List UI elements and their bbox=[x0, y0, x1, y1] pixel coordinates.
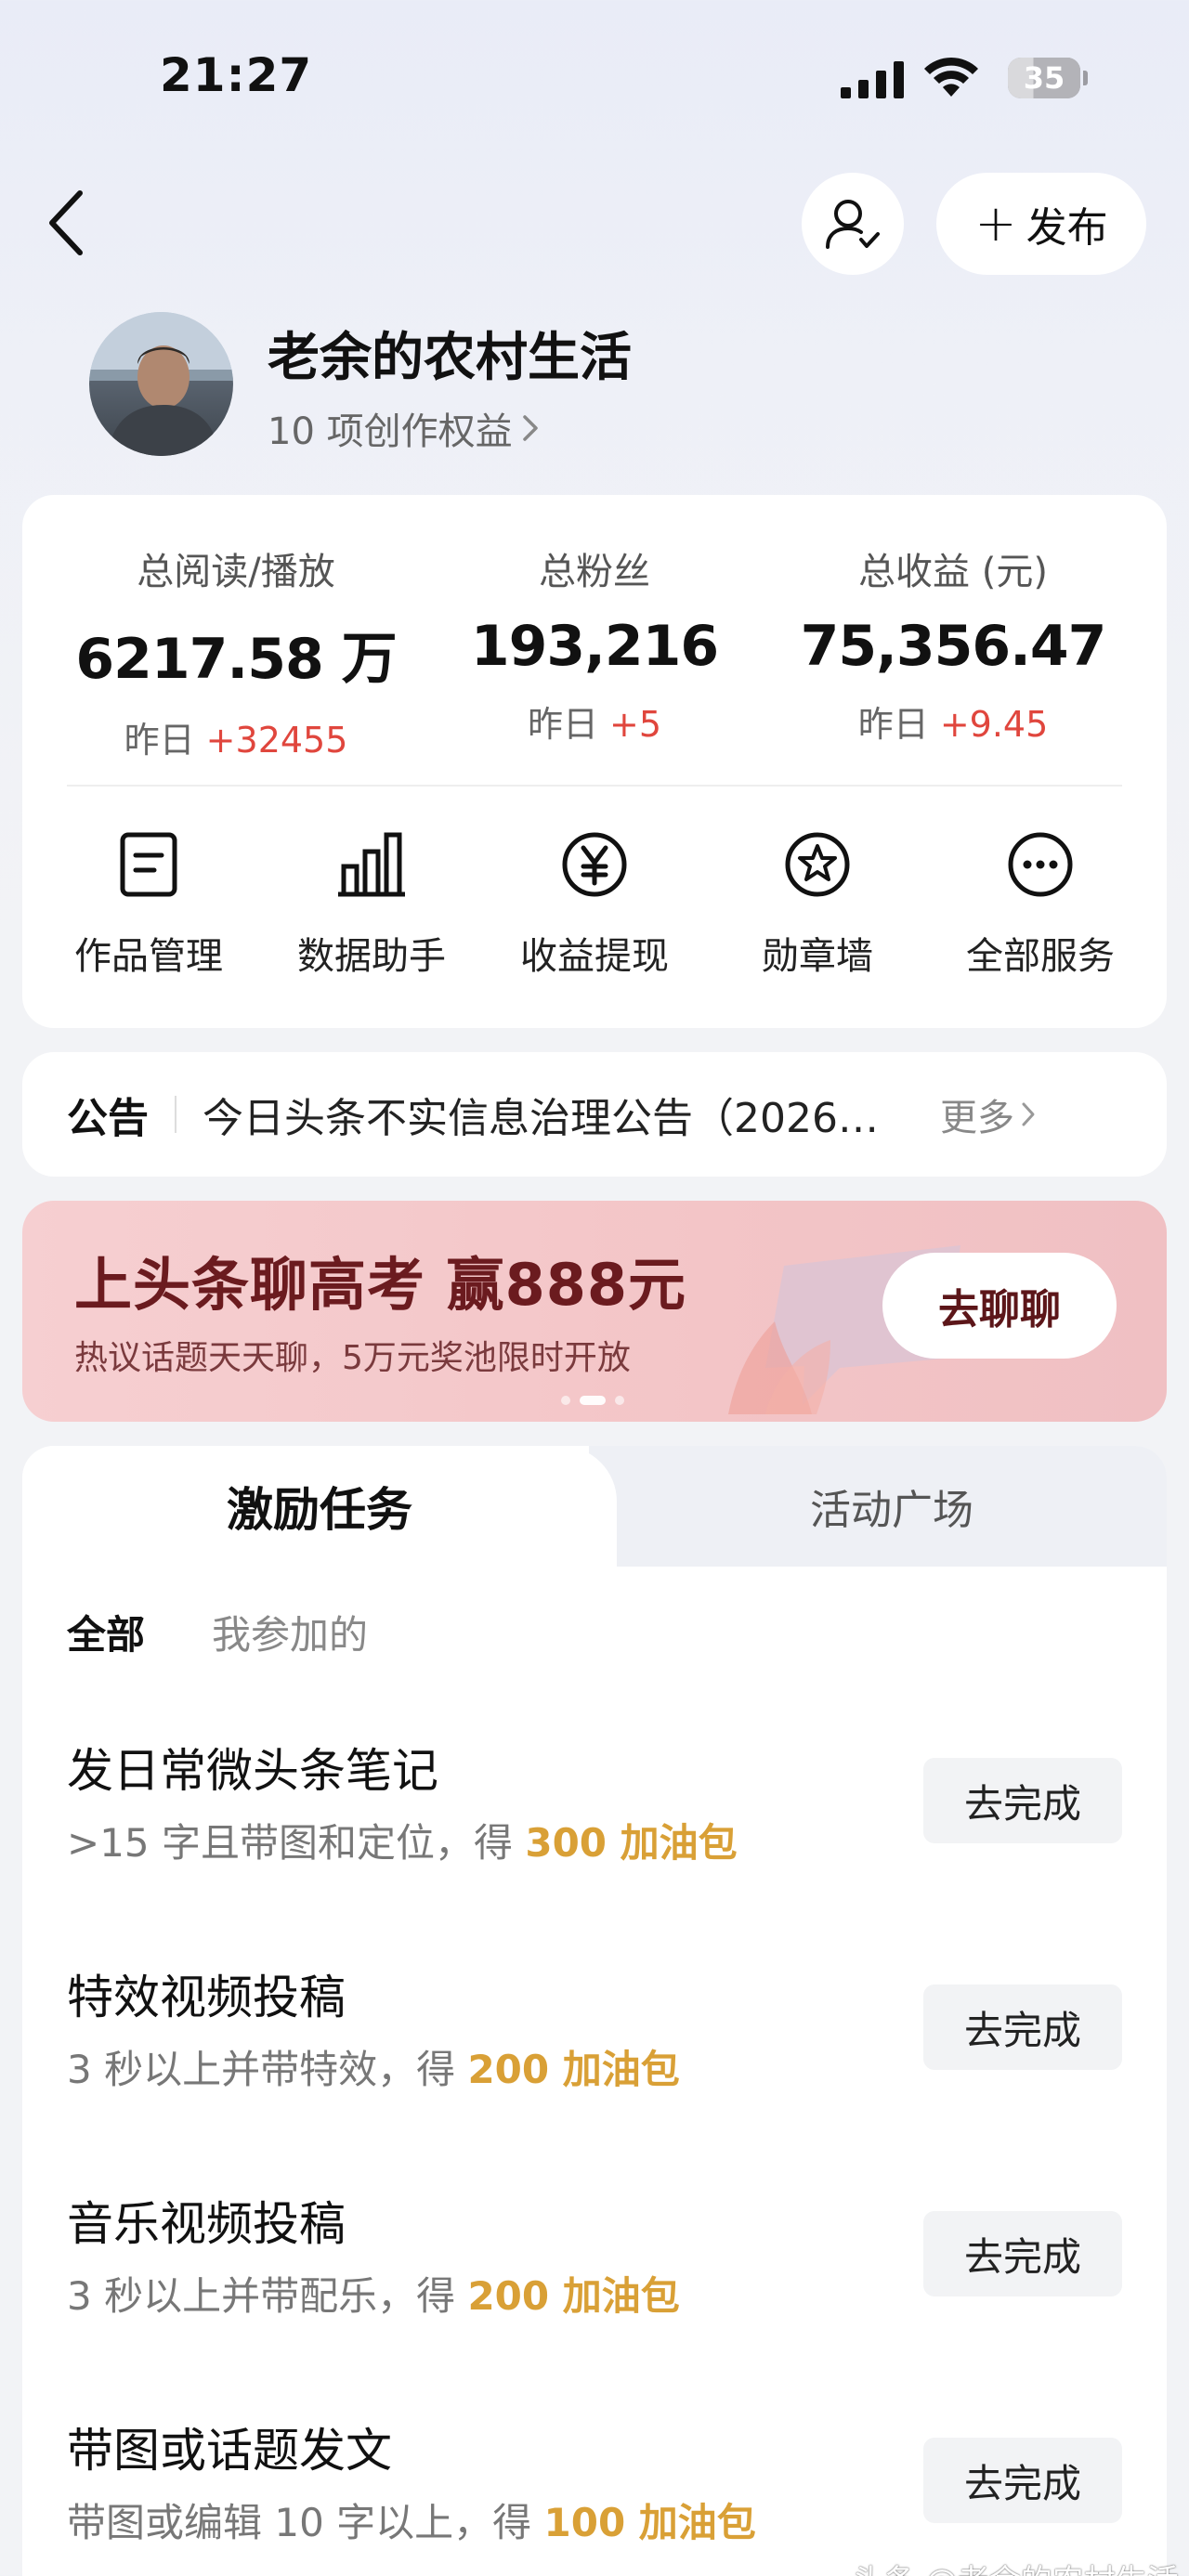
tool-label: 数据助手 bbox=[297, 935, 446, 978]
banner-subtitle: 热议话题天天聊，5万元奖池限时开放 bbox=[74, 1339, 631, 1377]
stat-value: 75,356.47 bbox=[800, 614, 1107, 679]
chevron-right-icon bbox=[522, 415, 538, 441]
task-title: 特效视频投稿 bbox=[67, 1971, 346, 2024]
banner-pagination bbox=[561, 1396, 624, 1405]
task-complete-button[interactable]: 去完成 bbox=[923, 1758, 1122, 1843]
divider bbox=[67, 785, 1122, 787]
stat-label: 总阅读/播放 bbox=[137, 551, 335, 593]
task-desc: >15 字且带图和定位，得 300 加油包 bbox=[67, 1820, 738, 1866]
task-complete-button[interactable]: 去完成 bbox=[923, 2438, 1122, 2523]
watermark: 头条 @老余的农村生活 bbox=[853, 2556, 1179, 2576]
creator-rights-label: 10 项创作权益 bbox=[268, 410, 513, 453]
pagination-dot-active bbox=[580, 1396, 606, 1405]
notice-more-label: 更多 bbox=[940, 1097, 1014, 1139]
notice-text[interactable]: 今日头条不实信息治理公告（2026年第一期） bbox=[203, 1085, 918, 1144]
chevron-right-icon bbox=[1022, 1102, 1035, 1126]
tab-activity-plaza[interactable]: 活动广场 bbox=[617, 1446, 1167, 1567]
task-reward: 200 加油包 bbox=[467, 2047, 680, 2092]
stat-label: 总粉丝 bbox=[539, 551, 650, 593]
notice-tag: 公告 bbox=[67, 1095, 149, 1142]
notice-bar[interactable]: 公告 今日头条不实信息治理公告（2026年第一期） 更多 bbox=[22, 1052, 1167, 1177]
task-reward: 100 加油包 bbox=[543, 2500, 756, 2545]
stats-card: 总阅读/播放 6217.58 万 昨日 +32455 总粉丝 193,216 昨… bbox=[22, 495, 1167, 1028]
task-item: 带图或话题发文 带图或编辑 10 字以上，得 100 加油包 去完成 bbox=[22, 2413, 1167, 2576]
stat-total-income[interactable]: 总收益 (元) 75,356.47 昨日 +9.45 bbox=[777, 541, 1130, 747]
document-icon bbox=[120, 832, 177, 897]
filter-all[interactable]: 全部 bbox=[67, 1604, 145, 1660]
wifi-icon bbox=[924, 57, 978, 97]
task-desc: 3 秒以上并带特效，得 200 加油包 bbox=[67, 2047, 680, 2092]
battery-level: 35 bbox=[1023, 60, 1065, 96]
task-reward: 300 加油包 bbox=[525, 1820, 738, 1866]
task-panel: 激励任务 活动广场 全部 我参加的 发日常微头条笔记 >15 字且带图和定位，得… bbox=[22, 1446, 1167, 2576]
banner-chat-button[interactable]: 去聊聊 bbox=[882, 1253, 1117, 1359]
profile-name: 老余的农村生活 bbox=[268, 328, 632, 388]
tool-label: 勋章墙 bbox=[762, 935, 873, 978]
publish-label: 发布 bbox=[1026, 204, 1108, 252]
tool-label: 收益提现 bbox=[520, 935, 669, 978]
filter-joined[interactable]: 我参加的 bbox=[212, 1604, 368, 1660]
back-icon[interactable] bbox=[45, 186, 91, 260]
status-time: 21:27 bbox=[160, 48, 313, 102]
divider bbox=[175, 1096, 176, 1133]
tool-works-management[interactable]: 作品管理 bbox=[37, 829, 260, 980]
stat-delta: 昨日 +32455 bbox=[124, 720, 348, 761]
promo-banner[interactable]: 上头条聊高考 赢888元 热议话题天天聊，5万元奖池限时开放 去聊聊 bbox=[22, 1201, 1167, 1422]
plus-icon: + bbox=[974, 194, 1017, 253]
task-reward: 200 加油包 bbox=[467, 2273, 680, 2319]
stat-delta: 昨日 +9.45 bbox=[857, 704, 1049, 745]
task-desc: 带图或编辑 10 字以上，得 100 加油包 bbox=[67, 2500, 756, 2545]
avatar[interactable] bbox=[89, 312, 233, 456]
task-title: 带图或话题发文 bbox=[67, 2424, 392, 2478]
creator-rights-link[interactable]: 10 项创作权益 bbox=[268, 401, 541, 455]
task-complete-button[interactable]: 去完成 bbox=[923, 2211, 1122, 2296]
task-complete-button[interactable]: 去完成 bbox=[923, 1984, 1122, 2070]
battery-icon: 35 bbox=[1008, 58, 1080, 98]
tool-label: 作品管理 bbox=[74, 935, 223, 978]
tool-income-withdraw[interactable]: 收益提现 bbox=[483, 829, 706, 980]
stat-delta: 昨日 +5 bbox=[527, 704, 662, 745]
battery-tip bbox=[1083, 71, 1088, 85]
notice-more-link[interactable]: 更多 bbox=[940, 1087, 1037, 1141]
medal-icon bbox=[785, 832, 850, 897]
stat-total-reads[interactable]: 总阅读/播放 6217.58 万 昨日 +32455 bbox=[59, 541, 412, 762]
task-desc: 3 秒以上并带配乐，得 200 加油包 bbox=[67, 2273, 680, 2319]
task-item: 发日常微头条笔记 >15 字且带图和定位，得 300 加油包 去完成 bbox=[22, 1734, 1167, 1919]
stat-total-fans[interactable]: 总粉丝 193,216 昨日 +5 bbox=[418, 541, 771, 747]
stat-value: 6217.58 万 bbox=[75, 627, 397, 692]
more-dots-icon bbox=[1008, 832, 1073, 897]
pagination-dot bbox=[561, 1396, 570, 1405]
tool-label: 全部服务 bbox=[966, 935, 1115, 978]
task-title: 音乐视频投稿 bbox=[67, 2197, 346, 2251]
avatar-image bbox=[89, 312, 233, 456]
stat-value: 193,216 bbox=[470, 614, 719, 679]
bar-chart-icon bbox=[338, 832, 405, 897]
tool-data-assistant[interactable]: 数据助手 bbox=[260, 829, 483, 980]
task-item: 特效视频投稿 3 秒以上并带特效，得 200 加油包 去完成 bbox=[22, 1960, 1167, 2146]
tool-all-services[interactable]: 全部服务 bbox=[929, 829, 1152, 980]
signal-icon bbox=[841, 61, 904, 98]
publish-button[interactable]: + 发布 bbox=[936, 173, 1146, 275]
tool-medal-wall[interactable]: 勋章墙 bbox=[706, 829, 929, 980]
banner-title: 上头条聊高考 赢888元 bbox=[74, 1251, 687, 1319]
follow-user-button[interactable] bbox=[802, 173, 904, 275]
user-check-icon bbox=[826, 200, 880, 249]
task-title: 发日常微头条笔记 bbox=[67, 1744, 438, 1798]
tab-incentive-tasks[interactable]: 激励任务 bbox=[22, 1446, 617, 1567]
yuan-coin-icon bbox=[562, 832, 627, 897]
pagination-dot bbox=[615, 1396, 624, 1405]
stat-label: 总收益 (元) bbox=[858, 551, 1048, 593]
task-item: 音乐视频投稿 3 秒以上并带配乐，得 200 加油包 去完成 bbox=[22, 2187, 1167, 2373]
